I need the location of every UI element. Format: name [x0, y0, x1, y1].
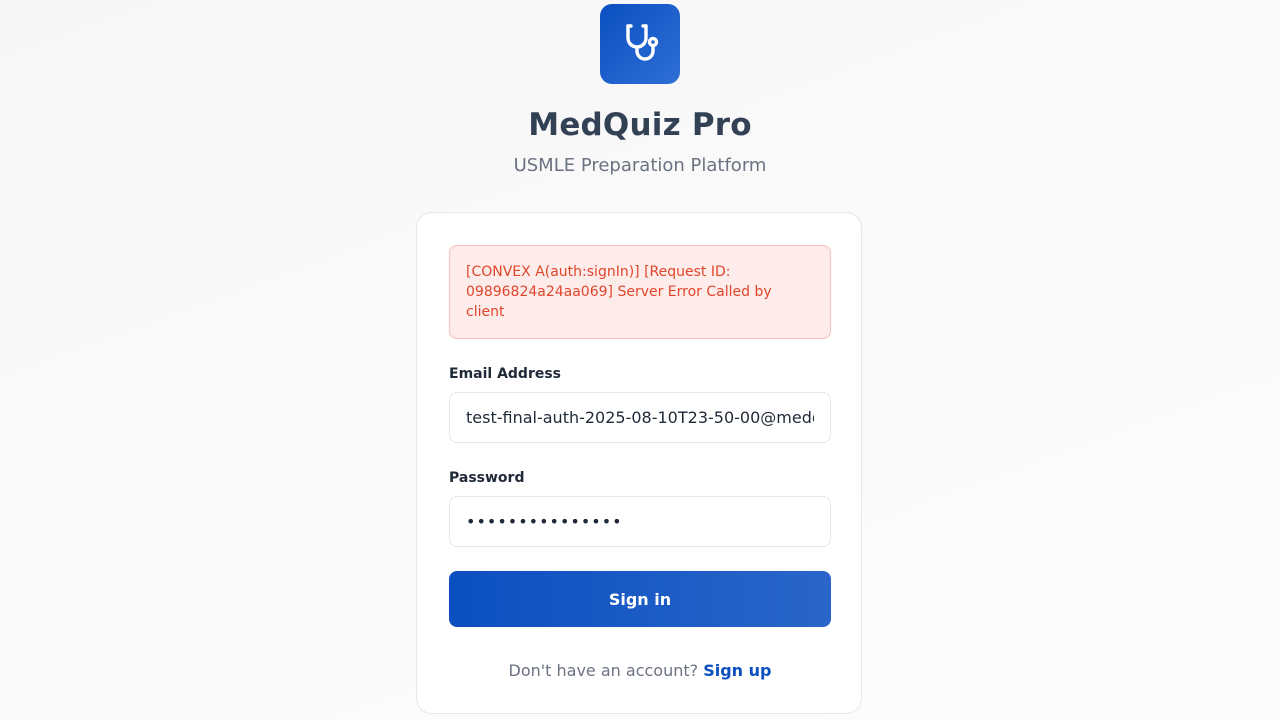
stethoscope-icon — [626, 24, 659, 61]
signup-prompt: Don't have an account? Sign up — [417, 660, 863, 682]
password-label: Password — [449, 470, 525, 486]
app-subtitle: USMLE Preparation Platform — [513, 155, 767, 176]
email-field[interactable] — [449, 392, 831, 443]
password-field[interactable] — [449, 496, 831, 547]
app-title: MedQuiz Pro — [528, 107, 752, 143]
email-label: Email Address — [449, 366, 562, 382]
error-alert: [CONVEX A(auth:signIn)] [Request ID: 098… — [449, 245, 831, 339]
sign-in-card: [CONVEX A(auth:signIn)] [Request ID: 098… — [416, 212, 862, 714]
signup-prompt-text: Don't have an account? — [508, 661, 699, 680]
sign-up-link[interactable]: Sign up — [703, 661, 771, 680]
sign-in-button[interactable]: Sign in — [449, 571, 831, 627]
app-logo — [600, 4, 680, 84]
